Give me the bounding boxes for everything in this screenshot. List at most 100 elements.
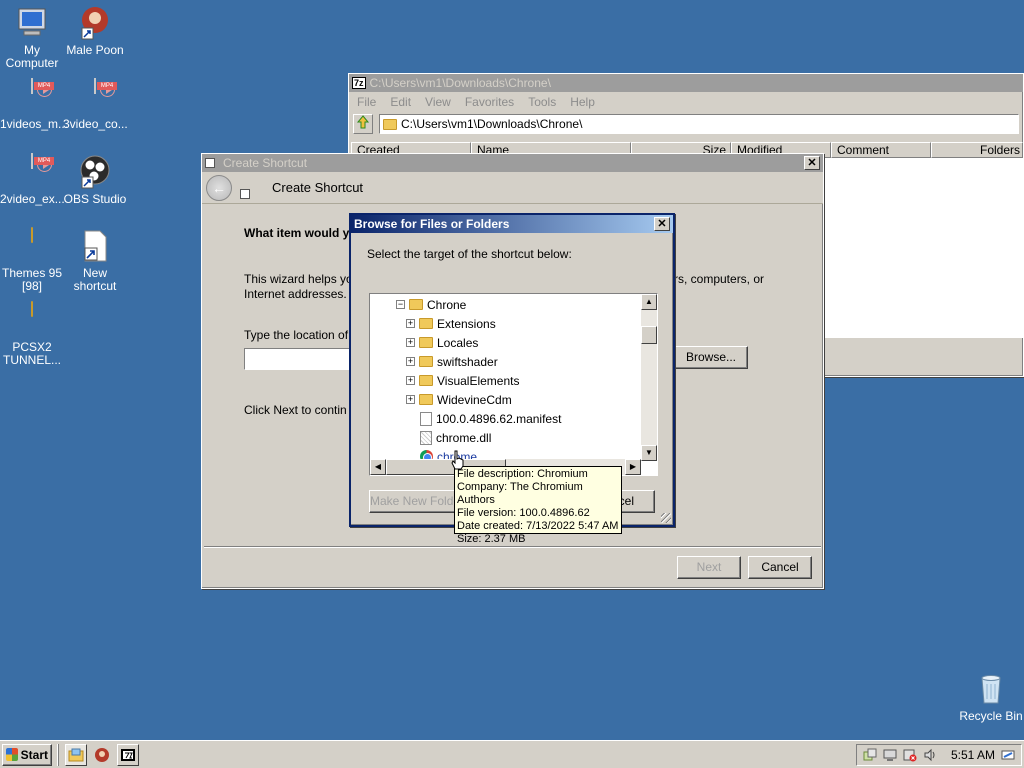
scroll-up-arrow-icon[interactable]: ▲	[641, 294, 657, 310]
folder-icon	[419, 375, 433, 386]
zip-address-bar: C:\Users\vm1\Downloads\Chrone\	[349, 112, 1023, 136]
desktop-icon-label: Male Poon	[66, 43, 124, 57]
collapse-icon[interactable]: −	[396, 300, 405, 309]
clock[interactable]: 5:51 AM	[951, 748, 995, 762]
zip-window-title: C:\Users\vm1\Downloads\Chrone\	[369, 76, 551, 90]
browse-button[interactable]: Browse...	[674, 346, 748, 369]
7zip-icon	[121, 748, 135, 761]
column-folders[interactable]: Folders	[931, 142, 1023, 158]
desktop-icon-pcsx2[interactable]: PCSX2 TUNNEL...	[0, 301, 64, 367]
shortcut-icon	[79, 229, 111, 263]
scroll-thumb[interactable]	[641, 326, 657, 344]
wizard-header: ← Create Shortcut	[202, 172, 823, 204]
desktop-icon-label: New shortcut	[73, 266, 117, 293]
make-new-folder-button[interactable]: Make New Folde	[369, 490, 461, 513]
location-input[interactable]	[244, 348, 354, 370]
file-info-tooltip: File description: Chromium Company: The …	[454, 466, 622, 545]
scroll-down-arrow-icon[interactable]: ▼	[641, 445, 657, 461]
tree-vertical-scrollbar[interactable]: ▲ ▼	[641, 294, 657, 461]
desktop-icon-label: Recycle Bin	[959, 709, 1023, 723]
wizard-help-line2: Internet addresses.	[244, 287, 347, 301]
resize-grip-icon[interactable]	[661, 513, 671, 523]
expand-icon[interactable]: +	[406, 376, 415, 385]
tree-item-visualelements[interactable]: + VisualElements	[406, 371, 520, 390]
display-icon[interactable]	[883, 748, 897, 762]
shortcut-small-icon	[240, 188, 250, 199]
taskbar: Start 5:51 AM	[0, 740, 1024, 768]
desktop-icon-2video[interactable]: MP4 2video_ex...	[0, 153, 65, 206]
tree-item-locales[interactable]: + Locales	[406, 333, 478, 352]
expand-icon[interactable]: +	[406, 319, 415, 328]
taskbar-7zip-button[interactable]	[117, 743, 139, 766]
menu-help[interactable]: Help	[570, 95, 595, 109]
zip-address-input[interactable]: C:\Users\vm1\Downloads\Chrone\	[379, 114, 1019, 134]
folder-icon	[16, 301, 48, 337]
next-button[interactable]: Next	[677, 556, 741, 579]
zip-file-list[interactable]	[823, 158, 1023, 338]
wizard-titlebar[interactable]: Create Shortcut ✕	[202, 154, 823, 172]
zip-menu-bar: File Edit View Favorites Tools Help	[349, 92, 1023, 112]
column-comment[interactable]: Comment	[831, 142, 931, 158]
cancel-button[interactable]: Cancel	[748, 556, 812, 579]
folder-tree[interactable]: − Chrone + Extensions + Locales + swifts…	[369, 293, 658, 476]
folder-open-icon	[409, 299, 423, 310]
scroll-right-arrow-icon[interactable]: ▶	[625, 459, 641, 475]
zip-titlebar[interactable]: 7z C:\Users\vm1\Downloads\Chrone\	[349, 74, 1023, 92]
expand-icon[interactable]: +	[406, 357, 415, 366]
dll-file-icon	[420, 430, 432, 445]
tree-item-extensions[interactable]: + Extensions	[406, 314, 496, 333]
tooltip-company: Company: The Chromium Authors	[457, 481, 583, 506]
tree-item-widevinecdm[interactable]: + WidevineCdm	[406, 390, 512, 409]
taskbar-explorer-button[interactable]	[65, 743, 87, 766]
desktop-icon-themes-95[interactable]: Themes 95 [98]	[0, 227, 64, 293]
up-arrow-icon	[356, 115, 370, 129]
network-icon[interactable]	[863, 748, 877, 762]
start-label: Start	[20, 747, 48, 762]
app-icon	[95, 747, 109, 762]
folder-icon	[419, 318, 433, 329]
browse-close-button[interactable]: ✕	[654, 217, 670, 231]
volume-icon[interactable]	[923, 748, 937, 762]
scroll-left-arrow-icon[interactable]: ◀	[370, 459, 386, 475]
app-shortcut-icon	[79, 6, 111, 40]
tooltip-date-created: Date created: 7/13/2022 5:47 AM	[457, 520, 619, 532]
browse-titlebar[interactable]: Browse for Files or Folders ✕	[351, 215, 673, 233]
wizard-help-right: rs, computers, or	[674, 272, 765, 286]
desktop-icon-label: Themes 95 [98]	[1, 266, 63, 293]
up-folder-button[interactable]	[353, 114, 373, 134]
expand-icon[interactable]: +	[406, 395, 415, 404]
back-arrow-icon[interactable]: ←	[206, 174, 232, 201]
taskbar-male-poon-button[interactable]	[91, 744, 113, 766]
desktop-icon-recycle-bin[interactable]: Recycle Bin	[958, 672, 1024, 723]
browse-dialog-title: Browse for Files or Folders	[354, 217, 510, 231]
desktop-icon-male-poon[interactable]: Male Poon	[63, 6, 127, 57]
tree-item-manifest[interactable]: 100.0.4896.62.manifest	[420, 409, 561, 428]
connection-icon[interactable]	[1001, 748, 1015, 762]
menu-tools[interactable]: Tools	[528, 95, 556, 109]
desktop-icon-1videos[interactable]: MP4 1videos_m...	[0, 78, 68, 131]
security-alert-icon[interactable]	[903, 748, 917, 762]
mp4-file-icon: MP4	[16, 78, 54, 114]
tree-item-chrome-dll[interactable]: chrome.dll	[420, 428, 491, 447]
desktop-icon-obs-studio[interactable]: OBS Studio	[63, 155, 127, 206]
recycle-bin-icon	[975, 672, 1007, 706]
menu-view[interactable]: View	[425, 95, 451, 109]
desktop-icon-new-shortcut[interactable]: New shortcut	[63, 229, 127, 293]
desktop-icon-label: 2video_ex...	[0, 192, 65, 206]
menu-edit[interactable]: Edit	[390, 95, 411, 109]
menu-file[interactable]: File	[357, 95, 376, 109]
explorer-icon	[68, 748, 84, 761]
tree-item-swiftshader[interactable]: + swiftshader	[406, 352, 498, 371]
desktop-icon-my-computer[interactable]: My Computer	[0, 6, 64, 70]
desktop-icon-label: OBS Studio	[63, 192, 127, 206]
desktop-icon-3video[interactable]: MP4 3video_co...	[63, 78, 128, 131]
menu-favorites[interactable]: Favorites	[465, 95, 514, 109]
7zip-app-icon: 7z	[352, 77, 366, 89]
start-button[interactable]: Start	[2, 743, 52, 766]
wizard-close-button[interactable]: ✕	[804, 156, 820, 170]
wizard-help-left: This wizard helps yo	[244, 272, 353, 286]
wizard-location-label: Type the location of	[244, 328, 349, 342]
expand-icon[interactable]: +	[406, 338, 415, 347]
mp4-file-icon: MP4	[79, 78, 117, 114]
tree-item-chrone[interactable]: − Chrone	[396, 295, 466, 314]
